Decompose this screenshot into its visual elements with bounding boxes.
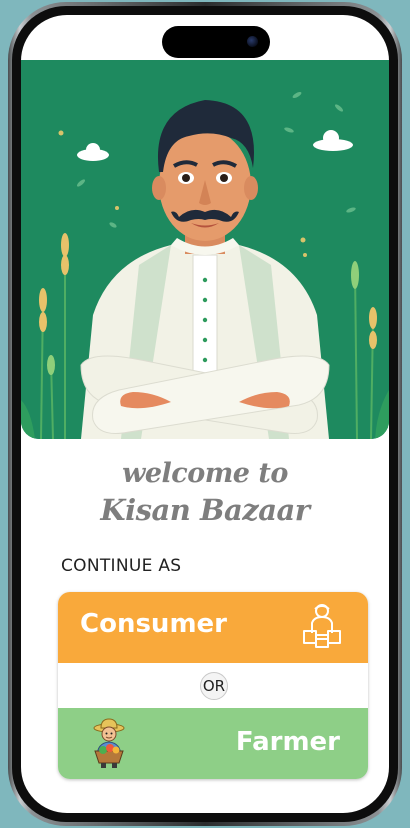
or-separator: OR (58, 663, 368, 708)
phone-frame: welcome to Kisan Bazaar CONTINUE AS Cons… (8, 2, 402, 826)
front-camera-icon (247, 36, 258, 47)
app-screen: welcome to Kisan Bazaar CONTINUE AS Cons… (21, 15, 389, 813)
farmer-label: Farmer (235, 727, 340, 757)
or-badge: OR (200, 672, 228, 700)
app-name-title: Kisan Bazaar (100, 493, 310, 527)
farmer-with-vegetable-basket-icon (93, 718, 125, 768)
consumer-with-boxes-icon (303, 604, 341, 648)
farmer-button[interactable]: Farmer (58, 708, 368, 779)
hero-illustration (21, 60, 389, 439)
consumer-label: Consumer (80, 609, 227, 639)
consumer-button[interactable]: Consumer (58, 592, 368, 663)
dynamic-island (162, 26, 270, 58)
role-selection-card: Consumer OR Farmer (58, 592, 368, 779)
continue-as-label: CONTINUE AS (61, 556, 182, 576)
welcome-line-1: welcome to (122, 458, 288, 489)
